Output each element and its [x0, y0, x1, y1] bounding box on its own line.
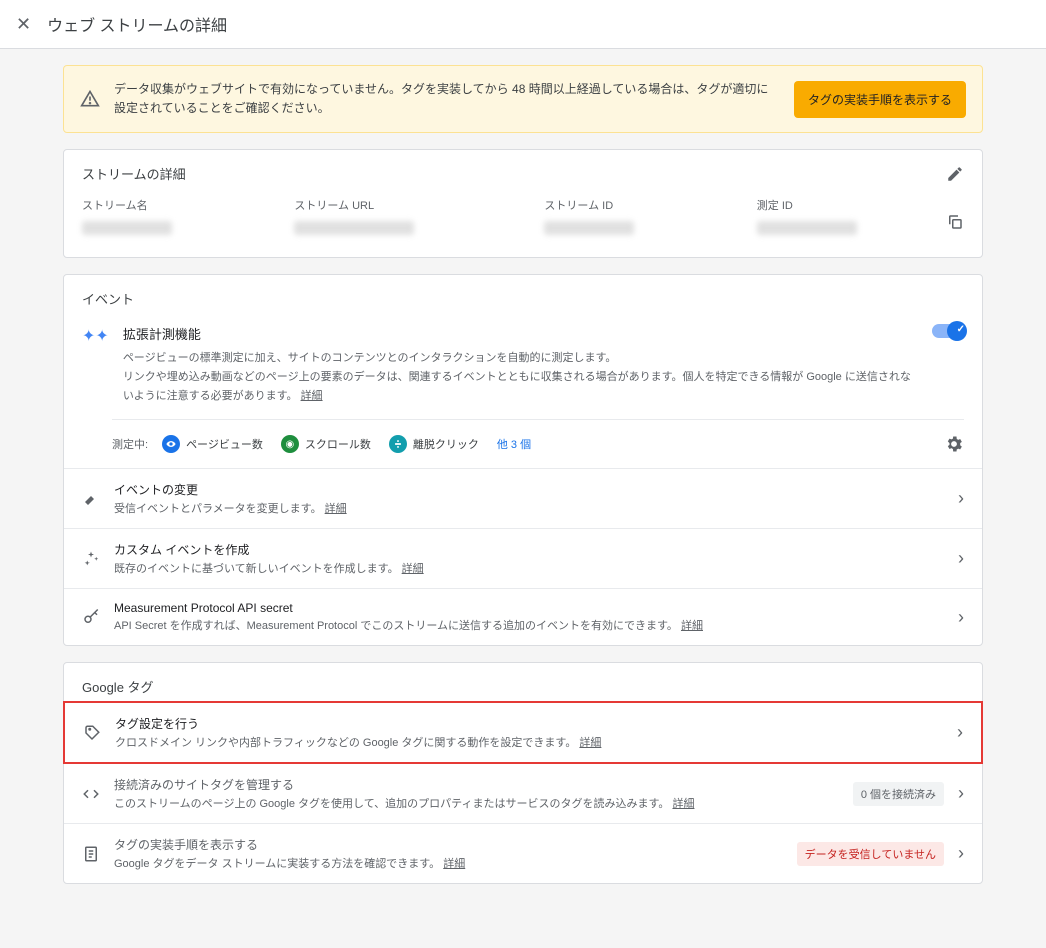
create-event-body: カスタム イベントを作成 既存のイベントに基づいて新しいイベントを作成します。 …: [114, 541, 944, 576]
chip-scroll-label: スクロール数: [305, 436, 371, 452]
tag-settings-desc: クロスドメイン リンクや内部トラフィックなどの Google タグに関する動作を…: [115, 734, 943, 750]
stream-url-label: ストリーム URL: [294, 197, 520, 213]
stream-url-col: ストリーム URL: [294, 197, 520, 235]
api-secret-title: Measurement Protocol API secret: [114, 601, 944, 615]
chip-pageview-label: ページビュー数: [186, 436, 263, 452]
create-event-row[interactable]: カスタム イベントを作成 既存のイベントに基づいて新しいイベントを作成します。 …: [64, 528, 982, 588]
measurement-id-label: 測定 ID: [757, 197, 936, 213]
adjust-icon: [82, 490, 100, 508]
tag-instructions-row[interactable]: タグの実装手順を表示する Google タグをデータ ストリームに実装する方法を…: [64, 823, 982, 883]
enhanced-desc-1: ページビューの標準測定に加え、サイトのコンテンツとのインタラクションを自動的に測…: [123, 352, 617, 364]
chip-pageview: ページビュー数: [162, 435, 263, 453]
content: データ収集がウェブサイトで有効になっていません。タグを実装してから 48 時間以…: [63, 49, 983, 948]
enhanced-detail-link[interactable]: 詳細: [301, 390, 323, 402]
api-secret-desc: API Secret を作成すれば、Measurement Protocol で…: [114, 617, 944, 633]
measuring-row: 測定中: ページビュー数 ◉ スクロール数 離脱クリック 他 3 個: [112, 419, 964, 468]
connected-tags-row[interactable]: 接続済みのサイトタグを管理する このストリームのページ上の Google タグを…: [64, 763, 982, 823]
modify-events-row[interactable]: イベントの変更 受信イベントとパラメータを変更します。 詳細 ›: [64, 468, 982, 528]
enhanced-measurement-row: ✦✦ 拡張計測機能 ページビューの標準測定に加え、サイトのコンテンツとのインタラ…: [64, 314, 982, 405]
gear-icon[interactable]: [944, 434, 964, 454]
tag-icon: [83, 724, 101, 742]
tag-settings-title: タグ設定を行う: [115, 715, 943, 732]
api-secret-body: Measurement Protocol API secret API Secr…: [114, 601, 944, 633]
stream-card-header: ストリームの詳細: [64, 150, 982, 197]
chevron-right-icon: ›: [958, 548, 964, 569]
tag-instructions-body: タグの実装手順を表示する Google タグをデータ ストリームに実装する方法を…: [114, 836, 783, 871]
key-icon: [82, 608, 100, 626]
enhanced-desc-2: リンクや埋め込み動画などのページ上の要素のデータは、関連するイベントとともに収集…: [123, 371, 911, 402]
eye-icon: [162, 435, 180, 453]
modify-events-title: イベントの変更: [114, 481, 944, 498]
measurement-id-col: 測定 ID: [757, 197, 964, 235]
chevron-right-icon: ›: [958, 783, 964, 804]
chip-outbound: 離脱クリック: [389, 435, 479, 453]
modify-events-link[interactable]: 詳細: [325, 503, 347, 515]
tag-settings-row[interactable]: タグ設定を行う クロスドメイン リンクや内部トラフィックなどの Google タ…: [63, 701, 983, 764]
exit-icon: [389, 435, 407, 453]
chevron-right-icon: ›: [958, 607, 964, 628]
topbar: ✕ ウェブ ストリームの詳細: [0, 0, 1046, 49]
enhanced-title: 拡張計測機能: [123, 324, 918, 343]
tag-instructions-desc: Google タグをデータ ストリームに実装する方法を確認できます。 詳細: [114, 855, 783, 871]
tag-instructions-link[interactable]: 詳細: [443, 858, 465, 870]
chevron-right-icon: ›: [958, 843, 964, 864]
show-tag-instructions-button[interactable]: タグの実装手順を表示する: [794, 81, 966, 118]
stream-details-card: ストリームの詳細 ストリーム名 ストリーム URL ストリーム ID 測定 ID: [63, 149, 983, 258]
create-event-desc: 既存のイベントに基づいて新しいイベントを作成します。 詳細: [114, 560, 944, 576]
stream-name-col: ストリーム名: [82, 197, 270, 235]
google-tag-title: Google タグ: [64, 663, 982, 702]
tag-settings-body: タグ設定を行う クロスドメイン リンクや内部トラフィックなどの Google タ…: [115, 715, 943, 750]
chevron-right-icon: ›: [958, 488, 964, 509]
tag-instructions-title: タグの実装手順を表示する: [114, 836, 783, 853]
stream-id-col: ストリーム ID: [544, 197, 732, 235]
stream-name-value: [82, 221, 172, 235]
chip-scroll: ◉ スクロール数: [281, 435, 371, 453]
events-card: イベント ✦✦ 拡張計測機能 ページビューの標準測定に加え、サイトのコンテンツと…: [63, 274, 983, 646]
code-icon: [82, 785, 100, 803]
connected-tags-link[interactable]: 詳細: [672, 798, 694, 810]
enhanced-body: 拡張計測機能 ページビューの標準測定に加え、サイトのコンテンツとのインタラクショ…: [123, 324, 918, 405]
alert-banner: データ収集がウェブサイトで有効になっていません。タグを実装してから 48 時間以…: [63, 65, 983, 133]
connected-count-badge: 0 個を接続済み: [853, 782, 944, 806]
enhanced-desc: ページビューの標準測定に加え、サイトのコンテンツとのインタラクションを自動的に測…: [123, 349, 918, 405]
copy-icon[interactable]: [946, 213, 964, 231]
close-icon[interactable]: ✕: [16, 14, 31, 35]
connected-tags-title: 接続済みのサイトタグを管理する: [114, 776, 839, 793]
measuring-label: 測定中:: [112, 436, 148, 452]
connected-tags-body: 接続済みのサイトタグを管理する このストリームのページ上の Google タグを…: [114, 776, 839, 811]
connected-tags-desc: このストリームのページ上の Google タグを使用して、追加のプロパティまたは…: [114, 795, 839, 811]
more-chips-link[interactable]: 他 3 個: [497, 436, 531, 452]
scroll-icon: ◉: [281, 435, 299, 453]
modify-events-desc: 受信イベントとパラメータを変更します。 詳細: [114, 500, 944, 516]
stream-details-row: ストリーム名 ストリーム URL ストリーム ID 測定 ID: [64, 197, 982, 257]
modify-events-body: イベントの変更 受信イベントとパラメータを変更します。 詳細: [114, 481, 944, 516]
stream-id-value: [544, 221, 634, 235]
stream-card-title: ストリームの詳細: [82, 164, 186, 183]
api-secret-row[interactable]: Measurement Protocol API secret API Secr…: [64, 588, 982, 645]
chevron-right-icon: ›: [957, 722, 963, 743]
events-title: イベント: [64, 275, 982, 314]
enhanced-toggle[interactable]: ✓: [932, 324, 964, 405]
api-secret-link[interactable]: 詳細: [681, 620, 703, 632]
magic-icon: [82, 550, 100, 568]
stream-url-value: [294, 221, 414, 235]
google-tag-card: Google タグ タグ設定を行う クロスドメイン リンクや内部トラフィックなど…: [63, 662, 983, 884]
chip-outbound-label: 離脱クリック: [413, 436, 479, 452]
page-title: ウェブ ストリームの詳細: [47, 12, 227, 36]
stream-id-label: ストリーム ID: [544, 197, 732, 213]
sparkle-icon: ✦✦: [82, 326, 109, 405]
document-icon: [82, 845, 100, 863]
edit-icon[interactable]: [946, 165, 964, 183]
warning-icon: [80, 89, 100, 109]
create-event-link[interactable]: 詳細: [402, 563, 424, 575]
no-data-badge: データを受信していません: [797, 842, 944, 866]
tag-settings-link[interactable]: 詳細: [579, 737, 601, 749]
stream-name-label: ストリーム名: [82, 197, 270, 213]
measurement-id-value: [757, 221, 857, 235]
create-event-title: カスタム イベントを作成: [114, 541, 944, 558]
alert-text: データ収集がウェブサイトで有効になっていません。タグを実装してから 48 時間以…: [114, 80, 780, 118]
